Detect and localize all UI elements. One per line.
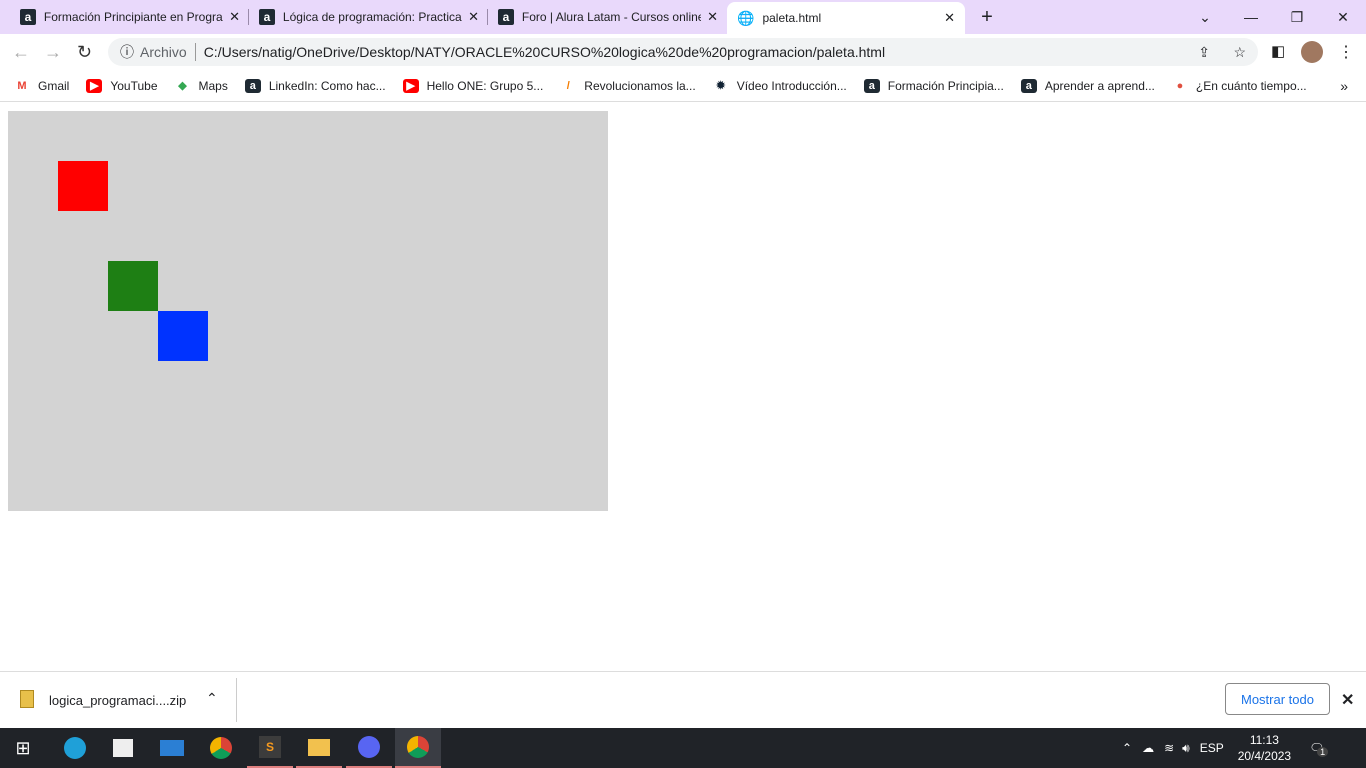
green-square <box>108 261 158 311</box>
toolbar: ← → ↻ ⓘ Archivo C:/Users/natig/OneDrive/… <box>0 34 1366 70</box>
restore-button[interactable]: ❐ <box>1274 0 1320 34</box>
alura-icon: a <box>498 9 514 25</box>
bookmark-item[interactable]: a Formación Principia... <box>863 78 1004 93</box>
address-bar[interactable]: ⓘ Archivo C:/Users/natig/OneDrive/Deskto… <box>108 38 1258 66</box>
more-bookmarks-icon[interactable]: » <box>1340 78 1348 94</box>
discord-icon[interactable] <box>346 728 392 768</box>
close-icon[interactable]: ✕ <box>707 9 718 25</box>
notifications-icon[interactable]: 🗨︎ 1 <box>1309 741 1329 757</box>
reload-icon[interactable]: ↻ <box>77 42 92 63</box>
bookmark-item[interactable]: ▶ Hello ONE: Grupo 5... <box>402 78 543 93</box>
alura-icon: a <box>1020 78 1037 93</box>
store-icon[interactable] <box>100 728 146 768</box>
edge-icon[interactable] <box>52 728 98 768</box>
tab-1[interactable]: a Formación Principiante en Progra ✕ <box>10 0 250 34</box>
volume-icon[interactable]: 🔊︎ <box>1182 741 1190 756</box>
chevron-up-icon[interactable]: ⌃ <box>206 690 218 707</box>
taskbar: ⊞ S ⌃ ☁ ≋ 🔊︎ ESP 11:13 20/4/2023 🗨︎ 1 <box>0 728 1366 768</box>
bookmarks-bar: M Gmail ▶ YouTube ◆ Maps a LinkedIn: Como hac..… <box>0 70 1366 102</box>
tab-3[interactable]: a Foro | Alura Latam - Cursos online ✕ <box>488 0 728 34</box>
mail-icon[interactable] <box>149 728 195 768</box>
tab-4-active[interactable]: 🌐 paleta.html ✕ <box>727 2 965 34</box>
bookmark-item[interactable]: M Gmail <box>14 79 69 93</box>
close-download-bar-icon[interactable]: ✕ <box>1341 690 1354 710</box>
close-icon[interactable]: ✕ <box>944 10 955 26</box>
download-bar: logica_programaci....zip ⌃ Mostrar todo … <box>0 671 1366 728</box>
bookmark-item[interactable]: ● ¿En cuánto tiempo... <box>1172 79 1307 93</box>
pencil-icon: / <box>566 79 570 92</box>
windows-start-icon[interactable]: ⊞ <box>0 728 46 768</box>
zip-file-icon <box>20 690 34 708</box>
red-square <box>58 161 108 211</box>
new-tab-button[interactable]: + <box>965 0 1009 34</box>
bookmark-item[interactable]: a Aprender a aprend... <box>1020 78 1155 93</box>
bookmark-item[interactable]: ◆ Maps <box>175 79 228 93</box>
file-explorer-icon[interactable] <box>296 728 342 768</box>
forward-icon[interactable]: → <box>44 42 62 63</box>
bookmark-item[interactable]: / Revolucionamos la... <box>560 79 696 93</box>
side-panel-icon[interactable]: ◧ <box>1271 42 1285 60</box>
clock[interactable]: 11:13 20/4/2023 <box>1238 732 1291 764</box>
close-icon[interactable]: ✕ <box>468 9 479 25</box>
gmail-icon: M <box>17 79 27 92</box>
youtube-icon: ▶ <box>86 78 103 93</box>
tab-search-icon[interactable]: ⌄ <box>1182 0 1228 34</box>
maps-icon: ◆ <box>178 80 187 92</box>
bookmark-item[interactable]: a LinkedIn: Como hac... <box>244 78 386 93</box>
chrome-profile-icon[interactable] <box>395 728 441 768</box>
info-icon[interactable]: ⓘ <box>120 42 134 62</box>
globe-icon: 🌐 <box>737 9 755 26</box>
alura-icon: a <box>20 9 36 25</box>
gear-icon: ✹ <box>716 80 726 92</box>
wifi-icon[interactable]: ≋ <box>1164 741 1174 755</box>
close-window-button[interactable]: ✕ <box>1320 0 1366 34</box>
bookmark-item[interactable]: ✹ Vídeo Introducción... <box>713 79 847 93</box>
avatar[interactable] <box>1301 41 1323 63</box>
chevron-up-icon[interactable]: ⌃ <box>1122 741 1132 755</box>
tab-2[interactable]: a Lógica de programación: Practica ✕ <box>249 0 489 34</box>
sublime-text-icon[interactable]: S <box>247 728 293 768</box>
tab-strip: a Formación Principiante en Progra ✕ a Lógi… <box>0 0 1366 34</box>
bookmark-item[interactable]: ▶ YouTube <box>86 78 158 93</box>
alura-icon: a <box>259 9 275 25</box>
system-tray: ⌃ ☁ ≋ 🔊︎ ESP 11:13 20/4/2023 🗨︎ 1 <box>1122 728 1329 768</box>
blue-square <box>158 311 208 361</box>
menu-icon[interactable]: ⋮ <box>1338 42 1354 62</box>
share-icon[interactable]: ⇪ <box>1198 44 1210 61</box>
minimize-button[interactable]: — <box>1228 0 1274 34</box>
chrome-icon[interactable] <box>198 728 244 768</box>
youtube-icon: ▶ <box>402 78 419 93</box>
show-all-button[interactable]: Mostrar todo <box>1225 683 1330 715</box>
star-icon[interactable]: ☆ <box>1233 44 1246 61</box>
alura-icon: a <box>863 78 880 93</box>
canvas[interactable] <box>8 111 608 511</box>
language-indicator[interactable]: ESP <box>1200 741 1224 755</box>
download-filename[interactable]: logica_programaci....zip <box>49 693 186 708</box>
alura-icon: a <box>244 78 261 93</box>
brain-icon: ● <box>1176 79 1184 92</box>
back-icon[interactable]: ← <box>12 42 30 63</box>
close-icon[interactable]: ✕ <box>229 9 240 25</box>
url-text[interactable]: C:/Users/natig/OneDrive/Desktop/NATY/ORA… <box>204 44 885 60</box>
onedrive-icon[interactable]: ☁ <box>1142 741 1154 755</box>
